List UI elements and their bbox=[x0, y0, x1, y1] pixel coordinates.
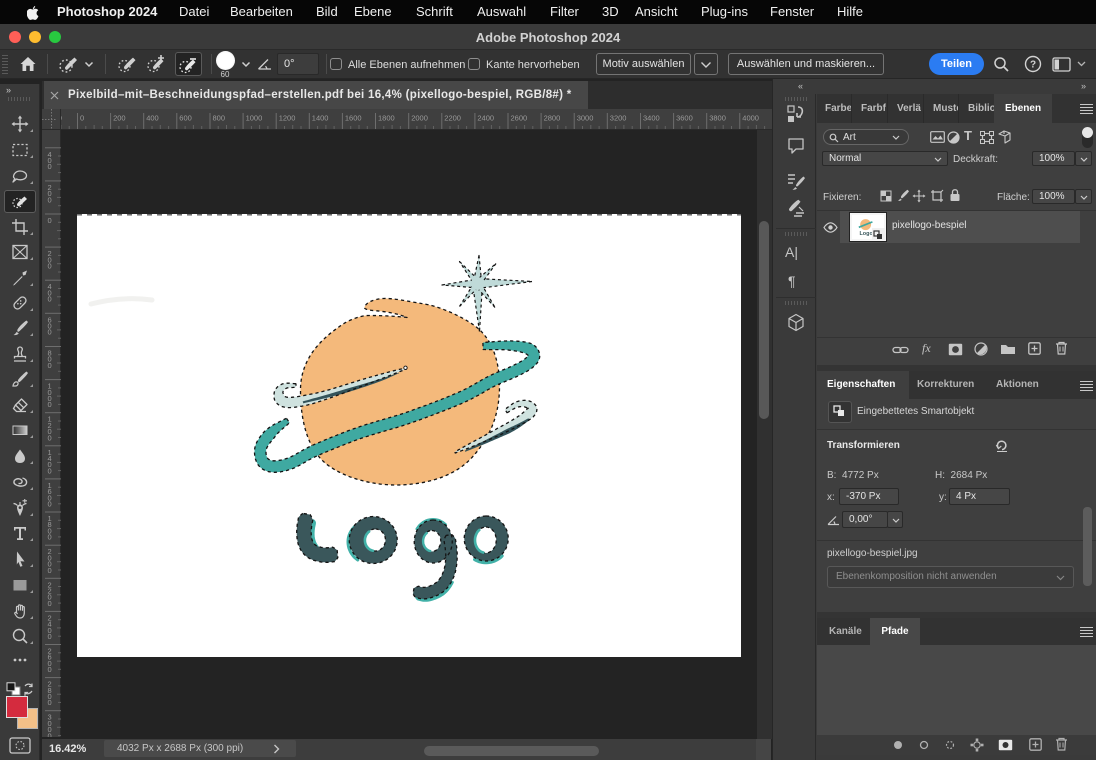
svg-text:1200: 1200 bbox=[48, 415, 52, 443]
svg-text:1000: 1000 bbox=[48, 382, 52, 410]
svg-text:1000: 1000 bbox=[246, 114, 263, 123]
svg-text:200: 200 bbox=[48, 183, 52, 204]
svg-text:0: 0 bbox=[80, 114, 84, 123]
svg-text:3800: 3800 bbox=[709, 114, 726, 123]
svg-text:3000: 3000 bbox=[577, 114, 594, 123]
svg-text:800: 800 bbox=[48, 349, 52, 370]
svg-text:800: 800 bbox=[213, 114, 226, 123]
svg-text:3000: 3000 bbox=[48, 713, 52, 737]
svg-text:3600: 3600 bbox=[676, 114, 693, 123]
svg-text:2000: 2000 bbox=[411, 114, 428, 123]
svg-text:2600: 2600 bbox=[511, 114, 528, 123]
svg-text:1200: 1200 bbox=[279, 114, 296, 123]
svg-text:600: 600 bbox=[179, 114, 192, 123]
svg-text:1400: 1400 bbox=[48, 448, 52, 476]
svg-text:4000: 4000 bbox=[742, 114, 759, 123]
svg-text:2800: 2800 bbox=[544, 114, 561, 123]
svg-text:200: 200 bbox=[113, 114, 126, 123]
svg-text:2200: 2200 bbox=[48, 580, 52, 608]
svg-text:-200: -200 bbox=[61, 114, 62, 123]
svg-text:1600: 1600 bbox=[345, 114, 362, 123]
svg-text:2600: 2600 bbox=[48, 647, 52, 675]
svg-text:2400: 2400 bbox=[477, 114, 494, 123]
svg-text:3400: 3400 bbox=[643, 114, 660, 123]
svg-text:1400: 1400 bbox=[312, 114, 329, 123]
svg-text:1800: 1800 bbox=[48, 514, 52, 542]
svg-text:3200: 3200 bbox=[610, 114, 627, 123]
svg-text:600: 600 bbox=[48, 315, 52, 336]
svg-text:2800: 2800 bbox=[48, 680, 52, 708]
svg-text:1800: 1800 bbox=[378, 114, 395, 123]
svg-text:?: ? bbox=[1030, 60, 1036, 71]
svg-text:2400: 2400 bbox=[48, 613, 52, 641]
svg-text:400: 400 bbox=[146, 114, 159, 123]
svg-text:2200: 2200 bbox=[444, 114, 461, 123]
svg-text:2000: 2000 bbox=[48, 547, 52, 575]
svg-text:1600: 1600 bbox=[48, 481, 52, 509]
svg-text:200: 200 bbox=[48, 249, 52, 270]
svg-text:400: 400 bbox=[48, 282, 52, 303]
svg-text:400: 400 bbox=[48, 150, 52, 171]
svg-text:0: 0 bbox=[48, 216, 52, 225]
